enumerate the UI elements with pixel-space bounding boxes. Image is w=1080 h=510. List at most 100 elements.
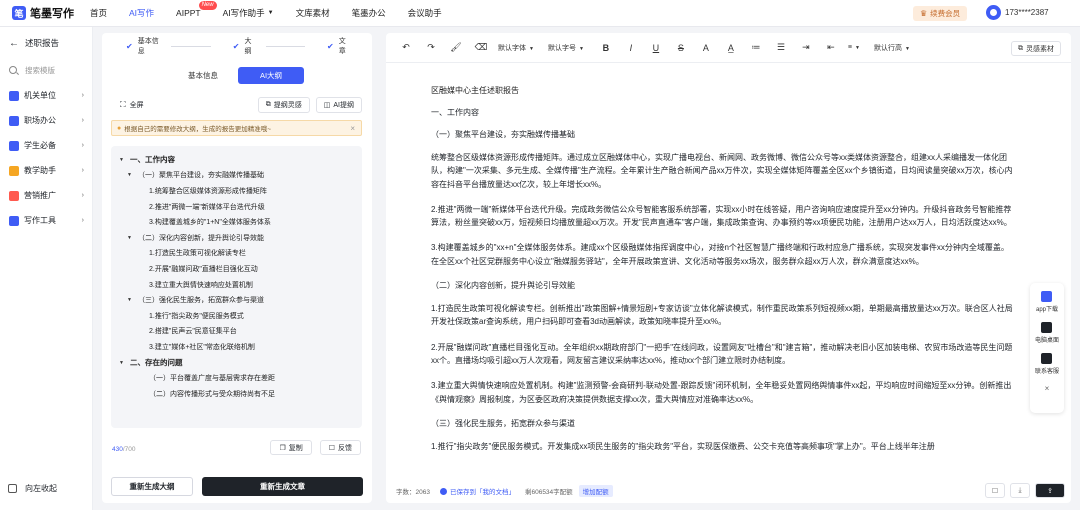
sidebar-item[interactable]: 教学助手 › (0, 160, 92, 181)
close-icon[interactable]: × (350, 124, 355, 133)
add-quota-link[interactable]: 增加配额 (578, 485, 613, 497)
ai-outline-button[interactable]: ◫ AI提纲 (315, 97, 362, 113)
outline-item[interactable]: ▼ 二、存在的问题 (119, 355, 362, 371)
nav-label: AI写作 (129, 8, 155, 18)
outline-item[interactable]: 3.建立"媒体+社区"常态化联络机制 (119, 339, 362, 355)
outline-item[interactable]: 2.开展"融媒问政"直播栏目强化互动 (119, 261, 362, 277)
font-color-icon[interactable]: A (698, 43, 714, 53)
nav-item[interactable]: AI写作 (129, 0, 154, 27)
outline-item-text: 3.构建覆盖城乡的"1+N"全媒体服务体系 (149, 219, 271, 227)
helper-icon (1041, 291, 1053, 302)
feedback-button[interactable]: ☐ 反馈 (319, 440, 361, 455)
sidebar-item[interactable]: 职场办公 › (0, 110, 92, 131)
outline-item[interactable]: 2.搭建"民声云"民意征集平台 (119, 324, 362, 340)
vip-button[interactable]: ♛ 续费会员 (913, 6, 968, 21)
undo-icon[interactable]: ↶ (398, 42, 414, 53)
outline-item[interactable]: ▼ （三）强化民生服务，拓宽群众参与渠道 (119, 292, 362, 308)
collapse-toggle-icon[interactable]: ▼ (119, 360, 125, 366)
format-painter-icon[interactable]: 🖌 (448, 42, 464, 53)
ordered-list-icon[interactable]: ≔ (748, 42, 764, 53)
inspiration-material-button[interactable]: ⧉ 灵感素材 (1011, 41, 1061, 56)
highlight-icon[interactable]: A̲ (723, 43, 739, 53)
status-actions: ☐ ⤓ ⇪ (980, 483, 1065, 498)
tab-ai-outline[interactable]: AI大纲 (238, 67, 304, 84)
category-icon (9, 90, 19, 101)
outline-item-text: 二、存在的问题 (130, 358, 183, 368)
category-icon (9, 215, 19, 226)
underline-icon[interactable]: U (648, 43, 664, 53)
feedback-icon[interactable]: ☐ (985, 483, 1005, 498)
outline-item[interactable]: 2.推进"两微一端"新媒体平台迭代升级 (119, 199, 362, 215)
download-icon[interactable]: ⤓ (1010, 483, 1030, 498)
external-icon: ⧉ (265, 101, 271, 108)
font-size-select[interactable]: 默认字号 ▼ (548, 43, 584, 53)
collapse-toggle-icon[interactable]: ▼ (127, 172, 133, 178)
outline-item[interactable]: ▼ （一）聚焦平台建设，夯实融媒传播基础 (119, 168, 362, 184)
outline-item-text: （三）强化民生服务，拓宽群众参与渠道 (138, 297, 264, 305)
app-logo[interactable]: 笔 笔墨写作 (12, 5, 90, 21)
document-body[interactable]: 区融媒中心主任述职报告 一、工作内容 （一）聚焦平台建设，夯实融媒传播基础 统筹… (386, 63, 1026, 453)
sidebar-item[interactable]: 机关单位 › (0, 85, 92, 106)
outline-tabs: 基本信息 AI大纲 (102, 67, 372, 89)
close-icon[interactable]: × (1045, 384, 1050, 393)
outline-item[interactable]: 3.建立重大舆情快速响应处置机制 (119, 277, 362, 293)
nav-item[interactable]: AIPPT New (176, 0, 217, 27)
fullscreen-button[interactable]: ⛶ 全屏 (112, 100, 252, 110)
sidebar-item-label: 学生必备 (24, 141, 56, 150)
outline-item[interactable]: （二）内容传播形式与受众期待尚有不足 (119, 386, 362, 402)
collapse-sidebar-button[interactable]: 向左收起 (8, 483, 57, 494)
font-family-select[interactable]: 默认字体 ▼ (498, 43, 534, 53)
doc-paragraph: 1.推行"指尖政务"便民服务模式。开发集成xx项民生服务的"指尖政务"平台，实现… (431, 441, 935, 451)
sidebar-item[interactable]: 营销推广 › (0, 185, 92, 206)
outline-inspiration-button[interactable]: ⧉ 提纲灵感 (257, 97, 310, 113)
outline-item[interactable]: ▼ 一、工作内容 (119, 152, 362, 168)
floating-item[interactable]: app下载 (1036, 291, 1058, 313)
regenerate-outline-button[interactable]: 重新生成大纲 (111, 477, 193, 496)
nav-label: 会议助手 (407, 8, 442, 18)
outline-item-text: 3.建立重大舆情快速响应处置机制 (149, 281, 253, 289)
outline-item[interactable]: 1.打造民生政策可视化解读专栏 (119, 246, 362, 262)
italic-icon[interactable]: I (623, 43, 639, 53)
eraser-icon[interactable]: ⌫ (473, 42, 489, 53)
outline-item[interactable]: 3.构建覆盖城乡的"1+N"全媒体服务体系 (119, 214, 362, 230)
nav-item[interactable]: 会议助手 (408, 0, 442, 27)
redo-icon[interactable]: ↷ (423, 42, 439, 53)
doc-paragraph: 统筹整合区级媒体资源形成传播矩阵。通过成立区融媒体中心，实现广播电视台、新闻网、… (431, 153, 1013, 189)
floating-item[interactable]: 电脑桌面 (1035, 322, 1059, 344)
word-count: 字数：2063 (396, 489, 430, 496)
align-select[interactable]: ≡ ▼ (848, 44, 860, 51)
info-icon: ● (117, 124, 122, 132)
collapse-toggle-icon[interactable]: ▼ (119, 157, 125, 163)
floating-item-label: 联系客服 (1034, 369, 1059, 375)
nav-item[interactable]: AI写作助手 ▼ (223, 0, 274, 27)
outline-item-text: 2.搭建"民声云"民意征集平台 (149, 328, 237, 336)
back-button[interactable]: ← 述职报告 (0, 27, 92, 59)
sidebar-item[interactable]: 写作工具 › (0, 210, 92, 231)
save-status: 已保存到「我的文档」 (439, 486, 515, 496)
bullet-list-icon[interactable]: ☰ (773, 42, 789, 53)
nav-item[interactable]: 笔墨办公 (352, 0, 386, 27)
nav-item[interactable]: 文库素材 (296, 0, 330, 27)
floating-item[interactable]: 联系客服 (1035, 353, 1059, 375)
sidebar-item[interactable]: 学生必备 › (0, 135, 92, 156)
feedback-label: 反馈 (338, 444, 352, 452)
collapse-toggle-icon[interactable]: ▼ (127, 235, 133, 241)
nav-item[interactable]: 首页 (90, 0, 107, 27)
outdent-icon[interactable]: ⇤ (823, 42, 839, 53)
outline-item[interactable]: 1.推行"指尖政务"便民服务模式 (119, 308, 362, 324)
step-label: 文章 (338, 38, 346, 55)
tab-basic-info[interactable]: 基本信息 (170, 67, 236, 84)
copy-button[interactable]: ❐ 复制 (270, 440, 312, 455)
indent-icon[interactable]: ⇥ (798, 42, 814, 53)
outline-item[interactable]: ▼ （二）深化内容创新，提升舆论引导效能 (119, 230, 362, 246)
outline-item[interactable]: （一）平台覆盖广度与基层需求存在差距 (119, 370, 362, 386)
outline-item[interactable]: 1.统筹整合区级媒体资源形成传播矩阵 (119, 183, 362, 199)
template-search[interactable]: 搜索模版 (6, 59, 86, 81)
regenerate-article-button[interactable]: 重新生成文章 (202, 477, 363, 496)
line-height-select[interactable]: 默认行高 ▼ (874, 43, 910, 53)
strikethrough-icon[interactable]: S (673, 43, 689, 53)
user-menu[interactable]: 173****2387 (986, 5, 1049, 20)
bold-icon[interactable]: B (598, 43, 614, 53)
export-button[interactable]: ⇪ (1035, 483, 1065, 498)
collapse-toggle-icon[interactable]: ▼ (127, 297, 133, 303)
